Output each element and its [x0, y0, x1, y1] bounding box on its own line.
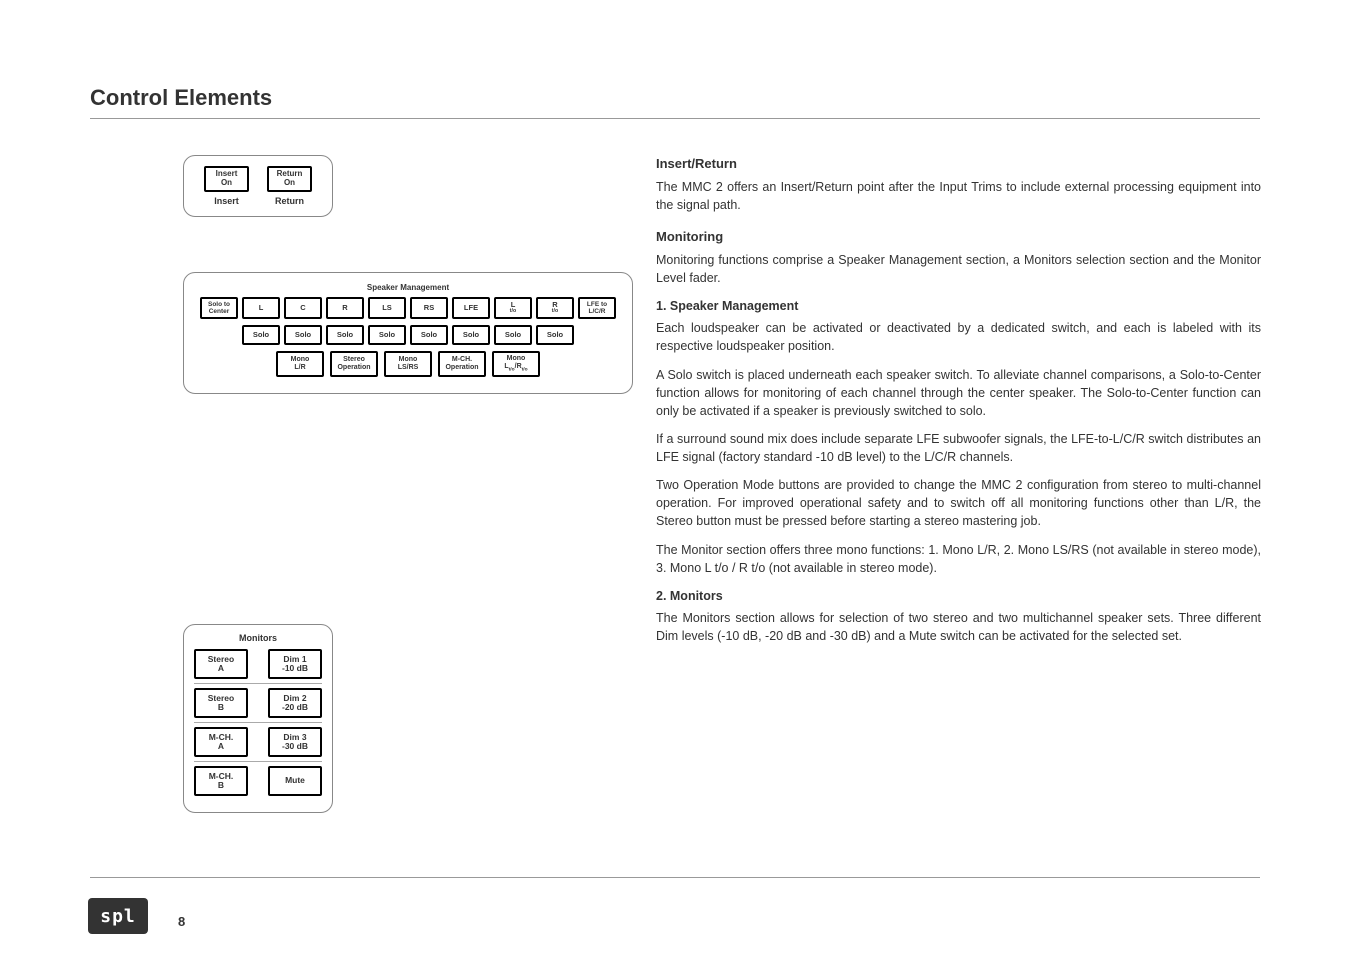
heading-insert-return: Insert/Return [656, 155, 1261, 174]
speaker-button[interactable]: Rt/o [536, 297, 574, 319]
monitor-button[interactable]: StereoB [194, 688, 248, 718]
mode-button[interactable]: StereoOperation [330, 351, 378, 377]
insert-return-panel: Insert On Return On Insert Return [183, 155, 333, 217]
solo-button[interactable]: Solo [452, 325, 490, 345]
heading-monitoring: Monitoring [656, 228, 1261, 247]
mode-button[interactable]: MonoL/R [276, 351, 324, 377]
body-text: The MMC 2 offers an Insert/Return point … [656, 178, 1261, 214]
solo-button[interactable]: Solo [326, 325, 364, 345]
speaker-row-1: Solo toCenterLCRLSRSLFELt/oRt/oLFE toL/C… [194, 297, 622, 319]
insert-on-button[interactable]: Insert On [204, 166, 249, 192]
insert-label: Insert [204, 196, 249, 206]
speaker-management-title: Speaker Management [194, 283, 622, 292]
mode-button[interactable]: MonoLt/o/Rt/o [492, 351, 540, 377]
label: On [284, 179, 295, 188]
speaker-button[interactable]: LFE toL/C/R [578, 297, 616, 319]
monitor-button[interactable]: Dim 3-30 dB [268, 727, 322, 757]
separator [194, 761, 322, 762]
solo-button[interactable]: Solo [242, 325, 280, 345]
monitor-button[interactable]: M-CH.A [194, 727, 248, 757]
monitor-button[interactable]: Dim 2-20 dB [268, 688, 322, 718]
monitors-panel: Monitors StereoA Dim 1-10 dB StereoB Dim 2-… [183, 624, 333, 813]
speaker-row-solo: SoloSoloSoloSoloSoloSoloSoloSolo [194, 325, 622, 345]
body-text: A Solo switch is placed underneath each … [656, 366, 1261, 420]
body-text: Two Operation Mode buttons are provided … [656, 476, 1261, 530]
speaker-button[interactable]: Solo toCenter [200, 297, 238, 319]
spl-logo: spl [88, 898, 148, 934]
monitor-row: M-CH.B Mute [194, 766, 322, 796]
footer-rule [90, 877, 1260, 878]
solo-button[interactable]: Solo [284, 325, 322, 345]
page-title: Control Elements [90, 85, 272, 111]
solo-button[interactable]: Solo [494, 325, 532, 345]
title-rule [90, 118, 1260, 119]
monitor-button[interactable]: Mute [268, 766, 322, 796]
right-column: Insert/Return The MMC 2 offers an Insert… [656, 155, 1261, 655]
left-column: Insert On Return On Insert Return Speake… [183, 155, 633, 813]
body-text: If a surround sound mix does include sep… [656, 430, 1261, 466]
subheading-speaker-management: 1. Speaker Management [656, 297, 1261, 315]
speaker-button[interactable]: LS [368, 297, 406, 319]
solo-button[interactable]: Solo [368, 325, 406, 345]
mode-button[interactable]: M-CH.Operation [438, 351, 486, 377]
separator [194, 683, 322, 684]
body-text: The Monitor section offers three mono fu… [656, 541, 1261, 577]
return-label: Return [267, 196, 312, 206]
body-text: Each loudspeaker can be activated or dea… [656, 319, 1261, 355]
speaker-button[interactable]: C [284, 297, 322, 319]
speaker-row-modes: MonoL/RStereoOperationMonoLS/RSM-CH.Oper… [194, 351, 622, 377]
page-number: 8 [178, 914, 185, 929]
speaker-button[interactable]: LFE [452, 297, 490, 319]
monitors-title: Monitors [194, 633, 322, 643]
mode-button[interactable]: MonoLS/RS [384, 351, 432, 377]
return-on-button[interactable]: Return On [267, 166, 312, 192]
monitor-button[interactable]: M-CH.B [194, 766, 248, 796]
monitor-row: StereoB Dim 2-20 dB [194, 688, 322, 718]
body-text: The Monitors section allows for selectio… [656, 609, 1261, 645]
label: On [221, 179, 232, 188]
separator [194, 722, 322, 723]
speaker-button[interactable]: Lt/o [494, 297, 532, 319]
monitor-button[interactable]: Dim 1-10 dB [268, 649, 322, 679]
speaker-button[interactable]: R [326, 297, 364, 319]
solo-button[interactable]: Solo [536, 325, 574, 345]
body-text: Monitoring functions comprise a Speaker … [656, 251, 1261, 287]
speaker-button[interactable]: RS [410, 297, 448, 319]
speaker-button[interactable]: L [242, 297, 280, 319]
monitor-button[interactable]: StereoA [194, 649, 248, 679]
monitor-row: StereoA Dim 1-10 dB [194, 649, 322, 679]
solo-button[interactable]: Solo [410, 325, 448, 345]
subheading-monitors: 2. Monitors [656, 587, 1261, 605]
monitor-row: M-CH.A Dim 3-30 dB [194, 727, 322, 757]
speaker-management-panel: Speaker Management Solo toCenterLCRLSRSL… [183, 272, 633, 394]
